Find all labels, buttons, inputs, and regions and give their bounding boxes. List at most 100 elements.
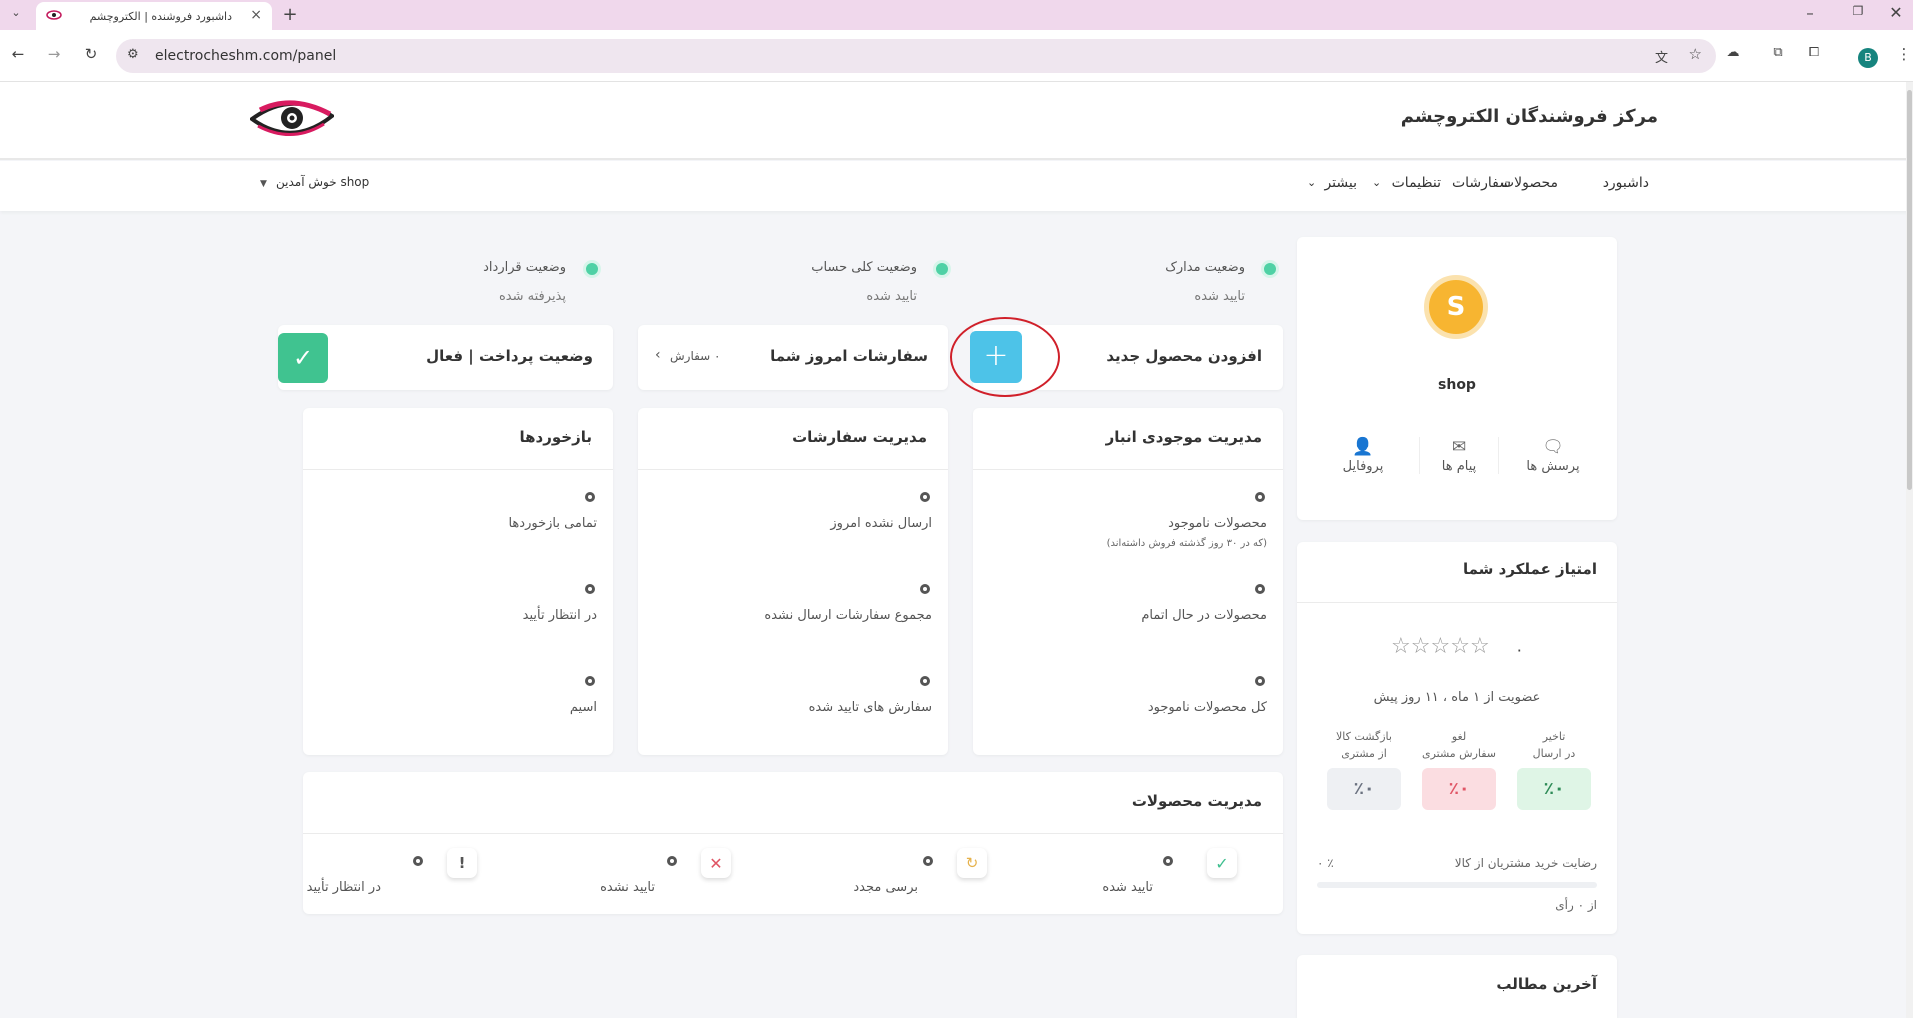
- avatar[interactable]: S: [1424, 275, 1488, 339]
- nav-dashboard[interactable]: داشبورد: [1603, 175, 1649, 191]
- metric-label: از مشتری: [1341, 747, 1387, 760]
- restore-icon[interactable]: ❐: [1848, 4, 1868, 18]
- scrollbar-thumb[interactable]: [1907, 90, 1912, 490]
- profile-link[interactable]: 👤 پروفایل: [1323, 437, 1403, 474]
- metric-value: ٪۰: [1517, 768, 1591, 810]
- bullet-icon: [1163, 856, 1173, 866]
- translate-icon[interactable]: 文: [1655, 47, 1668, 66]
- bullet-icon: [585, 676, 595, 686]
- contract-status-value: پذیرفته شده: [499, 289, 566, 304]
- welcome-text[interactable]: shop خوش آمدین: [276, 175, 369, 189]
- bullet-icon: [920, 584, 930, 594]
- products-approved[interactable]: تایید شده: [1102, 880, 1153, 895]
- bullet-icon: [413, 856, 423, 866]
- check-icon: ✓: [278, 333, 328, 383]
- products-review[interactable]: برسی مجدد: [853, 880, 918, 895]
- cloud-icon[interactable]: ☁: [1723, 45, 1743, 60]
- new-tab-icon[interactable]: +: [280, 4, 300, 25]
- feedback-item[interactable]: در انتظار تأیید: [523, 608, 597, 623]
- today-orders-card[interactable]: سفارشات امروز شما ‹ ۰ سفارش: [638, 325, 948, 390]
- account-status-title: وضعیت کلی حساب: [811, 260, 917, 275]
- satisfaction-progress: [1317, 882, 1597, 888]
- inventory-card: مدیریت موجودی انبار محصولات ناموجود (که …: [973, 408, 1283, 755]
- inventory-item[interactable]: محصولات در حال اتمام: [1141, 608, 1267, 623]
- puzzle-icon[interactable]: ⧠: [1804, 45, 1824, 60]
- minimize-icon[interactable]: –: [1800, 4, 1820, 22]
- divider: [973, 469, 1283, 470]
- inventory-note: (که در ۳۰ روز گذشته فروش داشته‌اند): [1106, 538, 1267, 549]
- star-icon: ☆: [1450, 634, 1470, 659]
- metric-label: در ارسال: [1532, 747, 1576, 760]
- divider: [303, 833, 1283, 834]
- bullet-icon: [920, 492, 930, 502]
- questions-link[interactable]: 🗨 پرسش ها: [1513, 437, 1593, 474]
- nav-settings[interactable]: تنظیمات: [1392, 175, 1441, 191]
- browser-tab[interactable]: داشبورد فروشنده | الکتروچشم ×: [36, 2, 272, 30]
- close-window-icon[interactable]: ✕: [1886, 3, 1906, 22]
- bullet-icon: [923, 856, 933, 866]
- caret-down-icon: ▼: [260, 179, 267, 189]
- inventory-item[interactable]: محصولات ناموجود: [1168, 516, 1267, 531]
- bookmark-star-icon[interactable]: ☆: [1689, 45, 1702, 63]
- back-icon[interactable]: ←: [8, 45, 28, 63]
- payment-status-card: وضعیت پرداخت | فعال ✓: [278, 325, 613, 390]
- orders-item[interactable]: سفارش های تایید شده: [809, 700, 932, 715]
- bullet-icon: [920, 676, 930, 686]
- scrollbar[interactable]: [1906, 82, 1913, 1018]
- chevron-left-icon: ‹: [655, 347, 661, 363]
- today-orders-label: سفارشات امروز شما: [770, 347, 928, 365]
- messages-label: پیام ها: [1441, 459, 1477, 474]
- menu-icon[interactable]: ⋮: [1894, 45, 1913, 63]
- payment-status-label: وضعیت پرداخت | فعال: [426, 347, 593, 365]
- recheck-icon: ↻: [957, 848, 987, 878]
- user-icon: 👤: [1352, 437, 1374, 457]
- feedback-item[interactable]: اسیم: [570, 700, 597, 715]
- electrocheshm-logo[interactable]: [250, 96, 334, 142]
- metric-cancel: لغو سفارش مشتری ٪۰: [1414, 730, 1504, 810]
- profile-avatar[interactable]: B: [1858, 48, 1878, 68]
- feedback-card: بازخوردها تمامی بازخوردها در انتظار تأیی…: [303, 408, 613, 755]
- satisfaction-label: رضایت خرید مشتریان از کالا: [1454, 856, 1597, 870]
- metric-label: سفارش مشتری: [1421, 747, 1497, 760]
- products-pending[interactable]: در انتظار تأیید: [307, 880, 381, 895]
- products-card: مدیریت محصولات ✓ تایید شده ↻ برسی مجدد ✕…: [303, 772, 1283, 914]
- status-dot-icon: [933, 260, 951, 278]
- metric-return: بازگشت کالا از مشتری ٪۰: [1319, 730, 1409, 810]
- orders-title: مدیریت سفارشات: [792, 428, 927, 446]
- metric-delay: تاخیر در ارسال ٪۰: [1509, 730, 1599, 810]
- reload-icon[interactable]: ↻: [81, 45, 101, 63]
- star-icon: ☆: [1469, 634, 1490, 659]
- feedback-item[interactable]: تمامی بازخوردها: [508, 516, 597, 531]
- forward-icon[interactable]: →: [44, 45, 64, 63]
- nav-orders[interactable]: سفارشات: [1452, 175, 1511, 191]
- nav-more[interactable]: بیشتر: [1324, 175, 1357, 191]
- contract-status-title: وضعیت قرارداد: [483, 260, 566, 275]
- site-settings-icon[interactable]: ⚙: [127, 47, 139, 62]
- tab-title: داشبورد فروشنده | الکتروچشم: [89, 10, 232, 23]
- questions-label: پرسش ها: [1526, 459, 1580, 474]
- satisfaction-value: ٪ ۰: [1317, 856, 1334, 870]
- latest-title: آخرین مطالب: [1496, 975, 1597, 993]
- inventory-title: مدیریت موجودی انبار: [1105, 428, 1262, 446]
- profile-name: shop: [1438, 377, 1476, 393]
- divider: [303, 469, 613, 470]
- tab-search-icon[interactable]: ⌄: [6, 6, 26, 19]
- status-dot-icon: [583, 260, 601, 278]
- extension-icon[interactable]: ⧉: [1768, 45, 1788, 60]
- address-bar[interactable]: ⚙ electrocheshm.com/panel 文 ☆: [116, 39, 1716, 73]
- metric-label: بازگشت کالا: [1336, 730, 1392, 743]
- star-icon: ☆: [1410, 634, 1431, 659]
- membership-text: عضویت از ۱ ماه ، ۱۱ روز پیش: [1373, 690, 1541, 705]
- orders-item[interactable]: ارسال نشده امروز: [830, 516, 932, 531]
- approved-check-icon: ✓: [1207, 848, 1237, 878]
- messages-link[interactable]: ✉ پیام ها: [1419, 437, 1499, 474]
- url-text: electrocheshm.com/panel: [155, 48, 337, 64]
- tab-close-icon[interactable]: ×: [250, 7, 262, 23]
- inventory-item[interactable]: کل محصولات ناموجود: [1148, 700, 1267, 715]
- site-title: مرکز فروشندگان الکتروچشم: [1400, 106, 1658, 127]
- envelope-icon: ✉: [1451, 437, 1467, 457]
- orders-item[interactable]: مجموع سفارشات ارسال نشده: [764, 608, 932, 623]
- pending-exclamation-icon: !: [447, 848, 477, 878]
- products-rejected[interactable]: تایید نشده: [600, 880, 655, 895]
- metric-label: لغو: [1451, 730, 1467, 743]
